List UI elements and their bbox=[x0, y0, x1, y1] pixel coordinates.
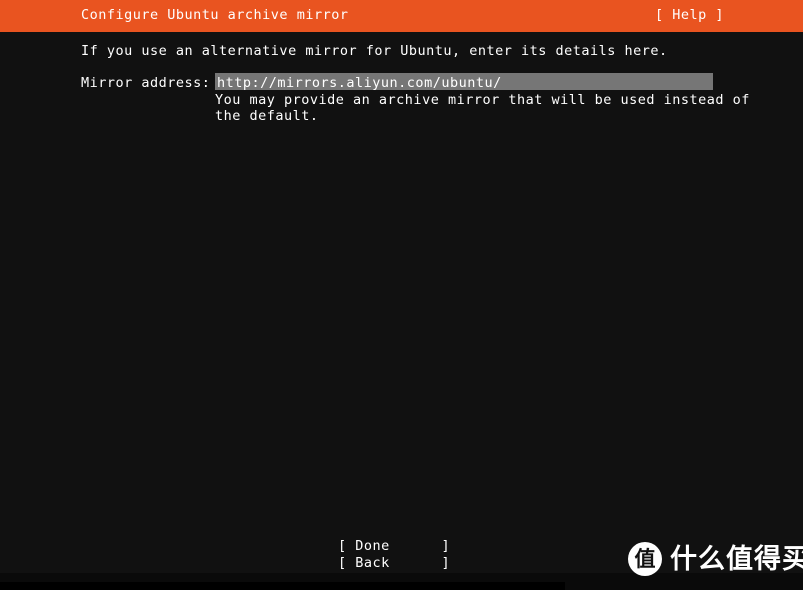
installer-screen: Configure Ubuntu archive mirror [ Help ]… bbox=[0, 0, 803, 590]
field-help-line-1: You may provide an archive mirror that w… bbox=[215, 92, 750, 108]
mirror-address-label: Mirror address: bbox=[81, 75, 211, 91]
page-title: Configure Ubuntu archive mirror bbox=[81, 7, 349, 23]
title-bar: Configure Ubuntu archive mirror [ Help ] bbox=[0, 0, 803, 32]
mirror-address-input-value[interactable]: http://mirrors.aliyun.com/ubuntu/ bbox=[217, 75, 502, 91]
field-help-line-2: the default. bbox=[215, 108, 319, 124]
intro-description: If you use an alternative mirror for Ubu… bbox=[81, 43, 668, 59]
bottom-edge-inner bbox=[0, 582, 565, 590]
content-area: If you use an alternative mirror for Ubu… bbox=[0, 32, 803, 573]
back-button[interactable]: [ Back ] bbox=[338, 555, 450, 572]
done-button[interactable]: [ Done ] bbox=[338, 538, 450, 555]
button-group: [ Done ] [ Back ] bbox=[338, 538, 450, 572]
watermark: 值 什么值得买 bbox=[628, 542, 803, 576]
watermark-label: 什么值得买 bbox=[670, 543, 803, 575]
watermark-logo-icon: 值 bbox=[628, 542, 662, 576]
help-button[interactable]: [ Help ] bbox=[655, 7, 724, 24]
